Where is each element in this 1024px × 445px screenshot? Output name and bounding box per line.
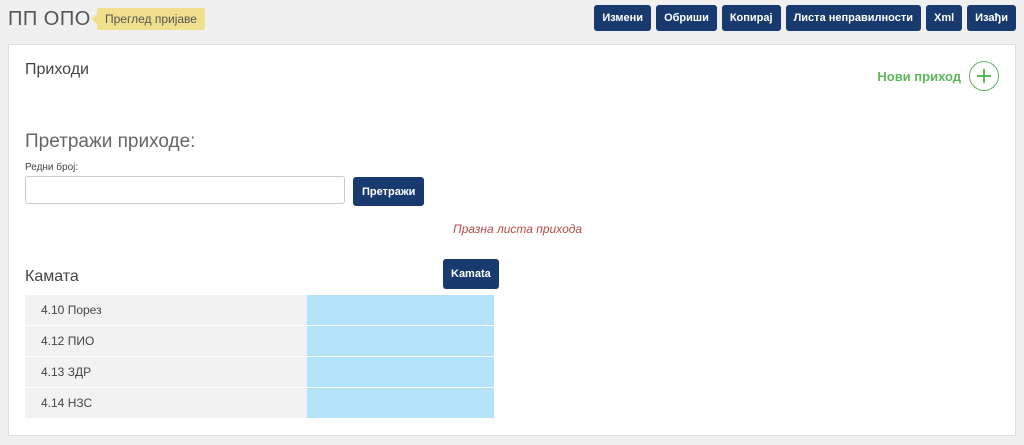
- interest-row-value[interactable]: [307, 325, 494, 357]
- ordinal-number-label: Редни број:: [25, 162, 79, 173]
- table-row: 4.12 ПИО: [25, 325, 494, 357]
- copy-button[interactable]: Копирај: [721, 5, 781, 31]
- interest-row-value[interactable]: [307, 295, 494, 326]
- interest-section-title: Камата: [25, 268, 79, 285]
- interest-button[interactable]: Kamata: [443, 259, 499, 289]
- interest-table: 4.10 Порез 4.12 ПИО 4.13 ЗДР 4.14 НЗС: [25, 295, 494, 419]
- ordinal-number-input[interactable]: [25, 176, 345, 204]
- irregularities-list-button[interactable]: Листа неправилности: [785, 5, 921, 31]
- empty-income-list-message: Празна листа прихода: [453, 222, 583, 236]
- income-panel: Приходи Нови приход Претражи приходе: Ре…: [8, 44, 1016, 436]
- interest-row-label: 4.14 НЗС: [25, 387, 307, 419]
- new-income-button[interactable]: Нови приход: [877, 61, 999, 91]
- interest-row-value[interactable]: [307, 387, 494, 419]
- exit-button[interactable]: Изађи: [967, 5, 1016, 31]
- toolbar: Измени Обриши Копирај Листа неправилност…: [594, 5, 1016, 31]
- new-income-label[interactable]: Нови приход: [877, 69, 961, 84]
- app-title: ПП ОПО: [8, 8, 91, 30]
- table-row: 4.14 НЗС: [25, 387, 494, 419]
- delete-button[interactable]: Обриши: [656, 5, 717, 31]
- table-row: 4.10 Порез: [25, 295, 494, 326]
- interest-row-label: 4.12 ПИО: [25, 325, 307, 357]
- xml-button[interactable]: Xml: [925, 5, 963, 31]
- table-row: 4.13 ЗДР: [25, 356, 494, 388]
- search-button[interactable]: Претражи: [353, 177, 425, 206]
- income-section-title: Приходи: [25, 61, 89, 78]
- interest-row-label: 4.13 ЗДР: [25, 356, 307, 388]
- edit-button[interactable]: Измени: [594, 5, 652, 31]
- plus-circle-icon[interactable]: [969, 61, 999, 91]
- view-mode-badge: Преглед пријаве: [91, 8, 205, 30]
- top-bar: ПП ОПО Преглед пријаве Измени Обриши Коп…: [0, 0, 1024, 40]
- search-heading: Претражи приходе:: [25, 131, 196, 152]
- interest-row-label: 4.10 Порез: [25, 295, 307, 326]
- interest-row-value[interactable]: [307, 356, 494, 388]
